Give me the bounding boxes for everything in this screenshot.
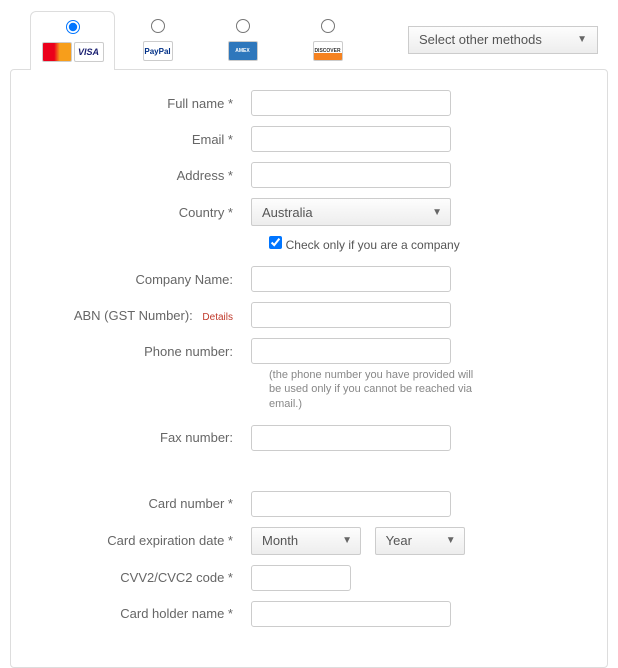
label-companyname: Company Name: <box>51 272 251 287</box>
cardholder-input[interactable] <box>251 601 451 627</box>
mastercard-icon <box>42 42 72 62</box>
form-panel: Full name * Email * Address * Country * … <box>10 69 608 668</box>
abn-details-link[interactable]: Details <box>202 312 233 323</box>
other-methods-select[interactable]: Select other methods <box>408 26 598 54</box>
cvv-input[interactable] <box>251 565 351 591</box>
phone-note: (the phone number you have provided will… <box>51 368 481 411</box>
month-select[interactable]: Month <box>251 527 361 555</box>
paypal-icon: PayPal <box>143 41 173 61</box>
label-fax: Fax number: <box>51 430 251 445</box>
year-value: Year <box>386 533 412 548</box>
fullname-input[interactable] <box>251 90 451 116</box>
email-input[interactable] <box>251 126 451 152</box>
phone-input[interactable] <box>251 338 451 364</box>
label-fullname: Full name * <box>51 96 251 111</box>
radio-card[interactable] <box>66 20 80 34</box>
label-cardholder: Card holder name * <box>51 606 251 621</box>
label-phone: Phone number: <box>51 344 251 359</box>
label-abn: ABN (GST Number): Details <box>51 308 251 323</box>
other-methods-label: Select other methods <box>419 32 542 47</box>
radio-amex[interactable] <box>236 19 250 33</box>
cardnumber-input[interactable] <box>251 491 451 517</box>
address-input[interactable] <box>251 162 451 188</box>
label-cardnumber: Card number * <box>51 496 251 511</box>
label-address: Address * <box>51 168 251 183</box>
abn-input[interactable] <box>251 302 451 328</box>
tab-discover[interactable]: DISCOVER <box>285 10 370 69</box>
month-value: Month <box>262 533 298 548</box>
country-select[interactable]: Australia <box>251 198 451 226</box>
abn-text: ABN (GST Number): <box>74 308 193 323</box>
label-email: Email * <box>51 132 251 147</box>
label-country: Country * <box>51 205 251 220</box>
label-cvv: CVV2/CVC2 code * <box>51 570 251 585</box>
radio-paypal[interactable] <box>151 19 165 33</box>
fax-input[interactable] <box>251 425 451 451</box>
country-value: Australia <box>262 205 313 220</box>
year-select[interactable]: Year <box>375 527 465 555</box>
label-cardexp: Card expiration date * <box>51 533 251 548</box>
visa-icon: VISA <box>74 42 104 62</box>
radio-discover[interactable] <box>321 19 335 33</box>
discover-icon: DISCOVER <box>313 41 343 61</box>
tab-paypal[interactable]: PayPal <box>115 10 200 69</box>
tab-amex[interactable]: AMEX <box>200 10 285 69</box>
amex-icon: AMEX <box>228 41 258 61</box>
company-check-label: Check only if you are a company <box>286 238 460 252</box>
tab-card[interactable]: VISA <box>30 11 115 70</box>
companyname-input[interactable] <box>251 266 451 292</box>
company-checkbox[interactable] <box>269 236 282 249</box>
